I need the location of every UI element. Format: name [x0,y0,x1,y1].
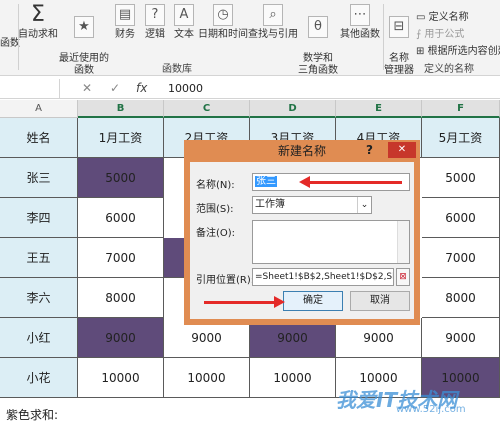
text-label: 文本 [174,29,194,40]
cancel-icon[interactable]: ✕ [82,81,92,95]
chevron-down-icon[interactable]: ⌄ [357,197,371,213]
define-name-button[interactable]: ▭ 定义名称 [416,8,469,23]
header-cell-month1[interactable]: 1月工资 [78,118,164,158]
table-cell[interactable]: 5000 [422,158,500,198]
lookup-label: 查找与引用 [248,29,298,40]
table-cell[interactable]: 8000 [78,278,164,318]
datetime-button[interactable]: ◷ 日期和时间 [198,4,248,41]
search-icon: ⌕ [263,4,283,26]
fx-icon[interactable]: fx [136,81,147,95]
close-button[interactable]: ✕ [388,142,416,158]
help-icon[interactable]: ? [366,143,373,157]
formula-bar: ✕ ✓ fx 10000 [0,79,500,99]
logic-label: 逻辑 [145,29,165,40]
confirm-icon[interactable]: ✓ [110,81,120,95]
table-cell[interactable]: 5000 [78,158,164,198]
scope-value: 工作簿 [255,199,285,210]
header-cell-month5[interactable]: 5月工资 [422,118,500,158]
table-cell[interactable]: 10000 [78,358,164,398]
column-header-f[interactable]: F [422,100,500,118]
name-cell[interactable]: 小花 [0,358,78,398]
comment-label: 备注(O): [196,228,236,239]
name-cell[interactable]: 李六 [0,278,78,318]
clock-icon: ◷ [213,4,233,26]
define-name-icon: ▭ [416,12,426,23]
purple-sum-label[interactable]: 紫色求和: [0,398,78,430]
annotation-arrow-ok [204,296,285,308]
name-box[interactable] [0,79,60,98]
more-functions-icon: ⋯ [350,4,370,26]
name-cell[interactable]: 张三 [0,158,78,198]
other-functions-button[interactable]: ⋯ 其他函数 [338,4,382,41]
scope-select[interactable]: 工作簿 ⌄ [252,196,372,214]
text-a-icon: A [174,4,194,26]
math-label: 数学和 三角函数 [298,53,338,76]
text-button[interactable]: A 文本 [170,4,198,41]
name-cell[interactable]: 小红 [0,318,78,358]
grid-icon: ⊞ [416,46,425,57]
column-header-c[interactable]: C [164,100,250,118]
name-manager-label: 名称 管理器 [384,53,414,76]
datetime-label: 日期和时间 [198,29,248,40]
comment-scrollbar[interactable] [397,221,409,263]
collapse-dialog-icon[interactable]: ⊠ [396,268,410,286]
ribbon: 函数 Σ 自动求和 ★ 最近使用的 函数 ▤ 财务 ? 逻辑 A 文本 ◷ 日期… [0,0,500,76]
lookup-button[interactable]: ⌕ 查找与引用 [248,4,298,41]
finance-button[interactable]: ▤ 财务 [110,4,140,41]
recent-functions-label: 最近使用的 函数 [59,53,109,76]
recent-functions-button[interactable]: ★ 最近使用的 函数 [58,4,110,77]
use-in-formula-label: 用于公式 [424,29,465,40]
group-label-defined: 定义的名称 [424,64,474,75]
scope-label: 范围(S): [196,204,234,215]
table-cell[interactable]: 10000 [164,358,250,398]
sigma-icon: Σ [31,2,45,27]
cancel-button[interactable]: 取消 [350,291,410,311]
table-cell[interactable]: 9000 [78,318,164,358]
ok-button[interactable]: 确定 [283,291,343,311]
column-header-d[interactable]: D [250,100,336,118]
question-icon: ? [145,4,165,26]
table-cell[interactable]: 10000 [250,358,336,398]
autosum-button[interactable]: Σ 自动求和 [18,4,58,41]
create-from-selection-label: 根据所选内容创建 [427,46,500,57]
tag-icon: ⊟ [389,16,409,38]
column-header-b[interactable]: B [78,100,164,118]
ref-field[interactable]: =Sheet1!$B$2,Sheet1!$D$2,Sheet1 [252,268,394,286]
comment-field[interactable] [252,220,410,264]
column-header-a[interactable]: A [0,100,78,118]
formula-icon: ⨍ [416,29,422,40]
group-label-library: 函数库 [162,64,192,75]
theta-icon: θ [308,16,328,38]
other-functions-label: 其他函数 [340,29,380,40]
name-label: 名称(N): [196,180,235,191]
logic-button[interactable]: ? 逻辑 [140,4,170,41]
ribbon-partial-label: 函数 [0,38,20,49]
name-value: 张三 [255,176,277,187]
formula-input[interactable]: 10000 [168,82,203,95]
dialog-title: 新建名称 [277,144,326,158]
finance-label: 财务 [115,29,135,40]
table-cell[interactable]: 7000 [422,238,500,278]
watermark-url: www.52ij.com [396,404,466,415]
table-cell[interactable]: 7000 [78,238,164,278]
star-icon: ★ [74,16,94,38]
name-cell[interactable]: 王五 [0,238,78,278]
column-header-e[interactable]: E [336,100,422,118]
define-name-label: 定义名称 [428,12,469,23]
annotation-arrow-name [299,176,402,188]
use-in-formula-button[interactable]: ⨍ 用于公式 [416,25,464,40]
header-cell-name[interactable]: 姓名 [0,118,78,158]
create-from-selection-button[interactable]: ⊞ 根据所选内容创建 [416,42,500,57]
autosum-label: 自动求和 [18,29,58,40]
table-cell[interactable]: 8000 [422,278,500,318]
name-cell[interactable]: 李四 [0,198,78,238]
ref-label: 引用位置(R): [196,275,255,286]
table-cell[interactable]: 9000 [422,318,500,358]
math-button[interactable]: θ 数学和 三角函数 [298,4,338,77]
finance-icon: ▤ [115,4,135,26]
name-manager-button[interactable]: ⊟ 名称 管理器 [384,4,414,77]
table-cell[interactable]: 6000 [78,198,164,238]
table-cell[interactable]: 6000 [422,198,500,238]
